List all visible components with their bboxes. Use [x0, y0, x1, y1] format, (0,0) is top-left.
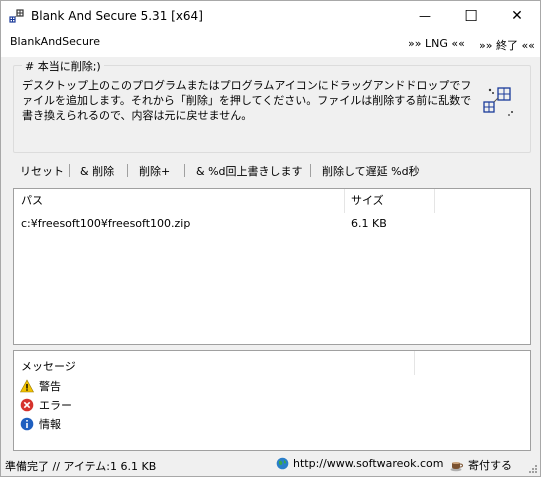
close-button[interactable]: ✕: [494, 1, 540, 31]
menu-language[interactable]: »» LNG ««: [408, 37, 465, 50]
website-url[interactable]: http://www.softwareok.com: [293, 457, 444, 470]
reset-button[interactable]: リセット: [20, 163, 64, 179]
maximize-button[interactable]: ☐: [448, 1, 494, 31]
message-list[interactable]: メッセージ 警告 エラー 情報: [13, 350, 531, 451]
overwrite-times-button[interactable]: & %d回上書きします: [196, 163, 303, 179]
column-divider[interactable]: [414, 351, 415, 375]
column-header-path[interactable]: パス: [14, 189, 344, 213]
action-toolbar: リセット & 削除 削除+ & %d回上書きします 削除して遅延 %d秒: [13, 159, 533, 183]
message-label: エラー: [39, 399, 72, 412]
toolbar-separator: [310, 164, 311, 177]
delete-button[interactable]: & 削除: [80, 163, 114, 179]
file-row[interactable]: c:¥freesoft100¥freesoft100.zip 6.1 KB: [14, 215, 530, 233]
message-column-header[interactable]: メッセージ: [21, 358, 76, 374]
toolbar-separator: [184, 164, 185, 177]
column-divider[interactable]: [434, 189, 435, 213]
status-text: 準備完了 // アイテム:1 6.1 KB: [5, 460, 157, 473]
delete-delay-button[interactable]: 削除して遅延 %d秒: [322, 163, 420, 179]
warning-icon: [20, 379, 34, 393]
menu-app-name[interactable]: BlankAndSecure: [10, 35, 100, 48]
close-icon: ✕: [511, 8, 523, 24]
file-size: 6.1 KB: [351, 217, 387, 230]
website-link[interactable]: http://www.softwareok.com: [276, 457, 444, 470]
minimize-button[interactable]: —: [402, 1, 448, 31]
status-bar: 準備完了 // アイテム:1 6.1 KB http://www.softwar…: [1, 455, 540, 476]
globe-icon: [276, 457, 289, 470]
info-icon: [20, 417, 34, 431]
info-instructions: デスクトップ上のこのプログラムまたはプログラムアイコンにドラッグアンドドロップで…: [22, 79, 472, 122]
title-bar: Blank And Secure 5.31 [x64] — ☐ ✕: [1, 1, 540, 31]
file-path: c:¥freesoft100¥freesoft100.zip: [21, 217, 191, 230]
info-group-legend: # 本当に削除;): [22, 58, 104, 74]
toolbar-separator: [127, 164, 128, 177]
window-title: Blank And Secure 5.31 [x64]: [31, 9, 203, 23]
resize-grip-icon[interactable]: [528, 464, 538, 474]
drop-target-icon[interactable]: [482, 84, 516, 118]
delete-plus-button[interactable]: 削除+: [139, 163, 170, 179]
app-logo-icon: [9, 9, 24, 23]
file-list[interactable]: パス サイズ c:¥freesoft100¥freesoft100.zip 6.…: [13, 188, 531, 345]
minimize-icon: —: [419, 9, 431, 23]
app-window: Blank And Secure 5.31 [x64] — ☐ ✕ BlankA…: [0, 0, 541, 477]
message-item-info[interactable]: 情報: [20, 416, 61, 432]
info-groupbox: # 本当に削除;) デスクトップ上のこのプログラムまたはプログラムアイコンにドラ…: [13, 58, 531, 153]
donate-link[interactable]: 寄付する: [450, 457, 512, 473]
message-label: 警告: [39, 380, 61, 393]
toolbar-separator: [69, 164, 70, 177]
message-item-warning[interactable]: 警告: [20, 378, 61, 394]
column-header-size[interactable]: サイズ: [344, 189, 434, 213]
message-item-error[interactable]: エラー: [20, 397, 72, 413]
menu-bar: BlankAndSecure »» LNG «« »» 終了 ««: [1, 31, 540, 57]
coffee-cup-icon: [450, 461, 464, 471]
message-label: 情報: [39, 418, 61, 431]
error-icon: [20, 398, 34, 412]
maximize-icon: ☐: [464, 7, 478, 25]
menu-exit[interactable]: »» 終了 ««: [479, 37, 535, 53]
donate-label[interactable]: 寄付する: [468, 457, 512, 473]
